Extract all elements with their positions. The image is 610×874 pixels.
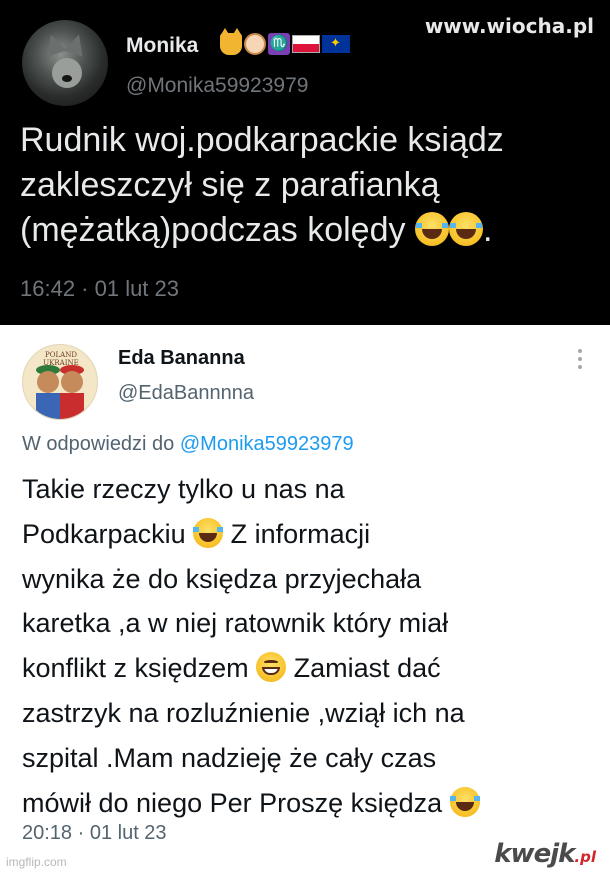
tweet-text: Takie rzeczy tylko u nas na Podkarpackiu… (22, 467, 602, 825)
girl-face-left (37, 371, 59, 393)
avatar[interactable]: POLAND UKRAINE (22, 344, 98, 420)
tears-of-joy-icon (449, 786, 480, 817)
tweet-text-line: Podkarpackiu Z informacji (22, 512, 602, 557)
tweet-text-line: szpital .Mam nadzieję że cały czas (22, 742, 437, 773)
girl-dress-left (36, 393, 60, 419)
reply-tweet: POLAND UKRAINE Eda Bananna @EdaBannnna W… (0, 325, 610, 874)
tweet-text-line: konflikt z księdzem Zamiast dać (22, 646, 602, 691)
girl-dress-right (60, 393, 84, 419)
tears-of-joy-icon (193, 517, 224, 548)
wolf-ear-left (41, 31, 67, 57)
grinning-face-icon (256, 652, 287, 683)
tweet-text-segment: Zamiast dać (286, 653, 441, 684)
wolf-snout (52, 58, 82, 88)
reply-prefix: W odpowiedzi do (22, 433, 180, 455)
tweet-text-line: karetka ,a w niej ratownik który miał (22, 608, 449, 639)
dog-face-icon (244, 33, 266, 55)
wolf-nose (62, 75, 72, 82)
user-handle[interactable]: @Monika59923979 (126, 74, 308, 98)
more-options-icon[interactable] (578, 349, 584, 369)
kwejk-logo: kwejk.pl (494, 839, 596, 869)
tweet-text: Rudnik woj.podkarpackie ksiądz zakleszcz… (20, 118, 605, 253)
tweet-text-segment: Podkarpackiu (22, 518, 194, 549)
display-name[interactable]: Monika (126, 34, 198, 58)
profile-emojis: ♏ (220, 28, 350, 55)
reply-context: W odpowiedzi do @Monika59923979 (22, 433, 354, 456)
tears-of-joy-icon (448, 212, 483, 246)
tweet-text-segment: mówił do niego Per Proszę księdza (22, 787, 450, 818)
tweet-text-segment: (mężatką)podczas kolędy (20, 211, 406, 249)
eu-flag-icon (322, 35, 350, 53)
tweet-text-segment: . (482, 211, 493, 249)
scorpio-icon: ♏ (268, 33, 290, 55)
tweet-text-line: Rudnik woj.podkarpackie ksiądz (20, 121, 504, 159)
tweet-text-line: wynika że do księdza przyjechała (22, 563, 422, 594)
cat-face-icon (220, 28, 242, 55)
girl-face-right (61, 371, 83, 393)
display-name[interactable]: Eda Bananna (118, 347, 245, 370)
tweet-timestamp[interactable]: 16:42 · 01 lut 23 (20, 276, 179, 302)
kwejk-logo-tld: .pl (574, 848, 596, 866)
tweet-text-line: mówił do niego Per Proszę księdza (22, 781, 602, 826)
wolf-ear-right (63, 31, 89, 57)
tweet-text-line: zastrzyk na rozluźnienie ,wziął ich na (22, 697, 465, 728)
tweet-timestamp[interactable]: 20:18 · 01 lut 23 (22, 822, 167, 845)
user-handle[interactable]: @EdaBannnna (118, 382, 254, 405)
tweet-text-segment: Z informacji (223, 518, 371, 549)
tweet-text-line: Takie rzeczy tylko u nas na (22, 474, 345, 504)
tweet-text-segment: konflikt z księdzem (22, 653, 257, 684)
tears-of-joy-icon (414, 212, 449, 246)
reply-mention-link[interactable]: @Monika59923979 (180, 433, 354, 455)
site-watermark: www.wiocha.pl (424, 14, 594, 38)
kwejk-logo-main: kwejk (494, 839, 575, 869)
tweet-text-line: (mężatką)podczas kolędy . (20, 208, 605, 253)
original-tweet: Monika ♏ @Monika59923979 www.wiocha.pl R… (0, 0, 610, 325)
avatar[interactable] (22, 20, 108, 106)
imgflip-watermark: imgflip.com (6, 855, 67, 869)
avatar-caption: POLAND UKRAINE (43, 351, 79, 367)
tweet-text-line: zakleszczył się z parafianką (20, 166, 440, 204)
poland-flag-icon (292, 35, 320, 53)
